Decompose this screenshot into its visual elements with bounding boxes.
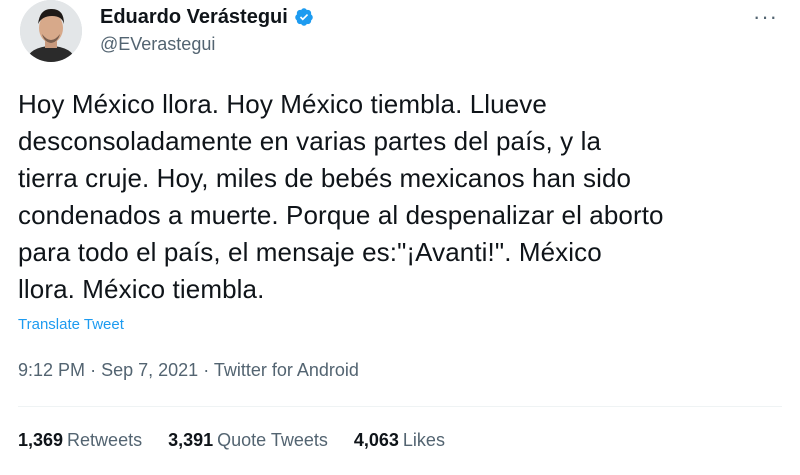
quote-tweets-count: 3,391 (168, 430, 214, 450)
avatar[interactable] (20, 0, 82, 62)
tweet-time[interactable]: 9:12 PM (18, 360, 85, 380)
meta-separator: · (90, 360, 97, 380)
retweets-label: Retweets (67, 430, 143, 450)
tweet-header: Eduardo Verástegui @EVerastegui ··· (20, 0, 780, 70)
quote-tweets-label: Quote Tweets (217, 430, 328, 450)
quote-tweets-stat[interactable]: 3,391 Quote Tweets (168, 430, 328, 451)
retweets-count: 1,369 (18, 430, 64, 450)
avatar-image (20, 0, 82, 62)
tweet-text-line: llora. México tiembla. (18, 274, 265, 304)
likes-count: 4,063 (353, 430, 399, 450)
likes-stat[interactable]: 4,063 Likes (354, 430, 445, 451)
tweet-card: Eduardo Verástegui @EVerastegui ··· Hoy … (0, 0, 800, 475)
author-block: Eduardo Verástegui @EVerastegui (100, 4, 314, 55)
author-handle[interactable]: @EVerastegui (100, 34, 314, 55)
likes-label: Likes (402, 430, 445, 450)
verified-badge-icon (294, 7, 314, 27)
translate-tweet-link[interactable]: Translate Tweet (18, 316, 124, 333)
tweet-date[interactable]: Sep 7, 2021 (101, 360, 198, 380)
tweet-stats: 1,369 Retweets 3,391 Quote Tweets 4,063 Lik… (18, 430, 445, 451)
tweet-text: Hoy México llora. Hoy México tiembla. Ll… (18, 86, 788, 308)
tweet-meta: 9:12 PM · Sep 7, 2021 · Twitter for Andr… (18, 360, 359, 381)
name-row: Eduardo Verástegui (100, 4, 314, 30)
tweet-source[interactable]: Twitter for Android (214, 360, 359, 380)
meta-separator: · (203, 360, 210, 380)
tweet-text-line: Hoy México llora. Hoy México tiembla. Ll… (18, 89, 547, 119)
tweet-text-line: tierra cruje. Hoy, miles de bebés mexica… (18, 163, 632, 193)
ellipsis-icon[interactable]: ··· (753, 4, 778, 30)
divider (18, 406, 782, 407)
tweet-text-line: desconsoladamente en varias partes del p… (18, 126, 602, 156)
tweet-text-line: para todo el país, el mensaje es:"¡Avant… (18, 237, 602, 267)
tweet-text-line: condenados a muerte. Porque al despenali… (18, 200, 664, 230)
retweets-stat[interactable]: 1,369 Retweets (18, 430, 142, 451)
author-display-name[interactable]: Eduardo Verástegui (100, 6, 288, 29)
